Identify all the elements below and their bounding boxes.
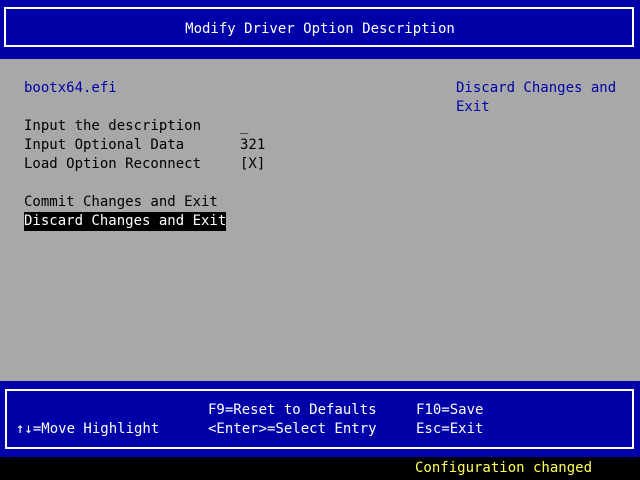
discard-changes-button[interactable]: Discard Changes and Exit: [24, 212, 227, 231]
help-text-line-1: Discard Changes and: [456, 80, 617, 96]
status-message: Configuration changed: [415, 460, 593, 476]
reset-defaults-hint: F9=Reset to Defaults: [208, 402, 377, 418]
exit-hint: Esc=Exit: [416, 421, 484, 437]
page-title: Modify Driver Option Description: [185, 21, 455, 37]
reconnect-label[interactable]: Load Option Reconnect: [24, 155, 201, 174]
move-highlight-hint: ↑↓=Move Highlight: [16, 421, 160, 437]
description-input[interactable]: _: [240, 117, 248, 136]
help-text-line-2: Exit: [456, 99, 490, 115]
commit-changes-button[interactable]: Commit Changes and Exit: [24, 193, 218, 212]
form-panel: bootx64.efi Input the description _ Inpu…: [0, 59, 640, 381]
status-bar: Configuration changed: [0, 457, 640, 480]
title-bar: Modify Driver Option Description: [0, 0, 640, 59]
select-entry-hint: <Enter>=Select Entry: [208, 421, 377, 437]
save-hint: F10=Save: [416, 402, 484, 418]
key-help-bar: F9=Reset to Defaults F10=Save ↑↓=Move Hi…: [0, 381, 640, 457]
optional-data-input[interactable]: 321: [240, 136, 265, 155]
driver-name: bootx64.efi: [24, 80, 117, 96]
reconnect-checkbox[interactable]: [X]: [240, 155, 265, 174]
description-label[interactable]: Input the description: [24, 117, 201, 136]
optional-data-label[interactable]: Input Optional Data: [24, 136, 184, 155]
